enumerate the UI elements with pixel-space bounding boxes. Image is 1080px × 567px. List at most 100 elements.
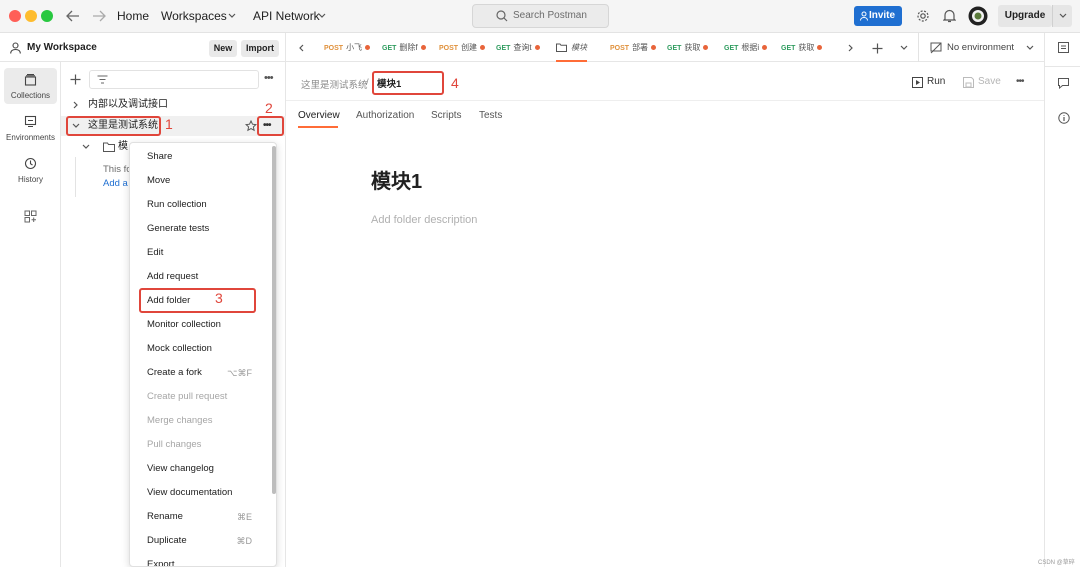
import-button[interactable]: Import: [241, 40, 279, 57]
workspace-name[interactable]: My Workspace: [27, 42, 97, 53]
plus-icon[interactable]: [70, 74, 81, 85]
menu-item-merge-changes: Merge changes: [130, 409, 270, 433]
menu-item-rename[interactable]: Rename ⌘E: [130, 505, 270, 529]
menu-item-move[interactable]: Move: [130, 169, 270, 193]
folder-description-input[interactable]: Add folder description: [371, 214, 477, 226]
tab-method: GET: [382, 45, 397, 52]
annotation-number-3: 3: [215, 290, 223, 306]
run-button[interactable]: Run: [910, 75, 946, 91]
history-icon: [24, 157, 37, 170]
unsaved-dot: [703, 45, 709, 51]
avatar[interactable]: [968, 6, 988, 26]
request-tab[interactable]: GET 根据i: [724, 33, 768, 62]
menu-item-label: Share: [147, 151, 173, 162]
bell-icon[interactable]: [943, 9, 956, 23]
plus-icon[interactable]: [872, 43, 883, 54]
menu-item-mock-collection[interactable]: Mock collection: [130, 337, 270, 361]
filter-icon: [97, 75, 108, 84]
unsaved-dot: [365, 45, 371, 51]
sidebar-item-collections[interactable]: Collections: [4, 68, 57, 104]
request-tab[interactable]: GET 删除f: [382, 33, 426, 62]
tab-method: POST: [610, 45, 630, 52]
more-options-icon[interactable]: •••: [264, 72, 274, 84]
workspace-header: My Workspace New Import: [0, 33, 286, 62]
add-request-link[interactable]: Add a: [103, 178, 128, 189]
tab-method: GET: [496, 45, 511, 52]
environment-selector[interactable]: No environment: [947, 33, 1014, 62]
api-network-menu[interactable]: API Network: [253, 9, 320, 23]
request-tab[interactable]: 模块: [556, 33, 587, 62]
chevron-down-icon[interactable]: [900, 45, 908, 51]
forward-arrow-icon[interactable]: [92, 10, 106, 22]
comments-icon[interactable]: [1058, 78, 1069, 89]
menu-item-export[interactable]: Export: [130, 553, 270, 566]
star-icon[interactable]: [245, 120, 257, 132]
menu-item-label: Move: [147, 175, 171, 186]
collection-item[interactable]: 内部以及调试接口: [61, 95, 286, 115]
search-input[interactable]: Search Postman: [472, 4, 609, 28]
close-window-button[interactable]: [9, 10, 21, 22]
right-sidebar: [1044, 33, 1080, 567]
request-tab[interactable]: GET 获取: [667, 33, 709, 62]
tab-name: 创建: [461, 43, 478, 52]
chevron-down-icon[interactable]: [1026, 45, 1034, 51]
tab-name: 小飞: [346, 43, 363, 52]
sidebar-item-history[interactable]: History: [4, 152, 57, 188]
menu-item-add-request[interactable]: Add request: [130, 265, 270, 289]
upgrade-options-button[interactable]: [1052, 5, 1072, 27]
menu-item-share[interactable]: Share: [130, 145, 270, 169]
sidebar-item-label: History: [18, 175, 43, 184]
menu-item-create-a-fork[interactable]: Create a fork ⌥⌘F: [130, 361, 270, 385]
tab-overview[interactable]: Overview: [298, 110, 340, 121]
tab-method: GET: [667, 45, 682, 52]
run-label: Run: [927, 76, 946, 87]
request-tab[interactable]: POST 小飞: [324, 33, 371, 62]
sidebar-item-environments[interactable]: Environments: [4, 110, 57, 146]
menu-item-edit[interactable]: Edit: [130, 241, 270, 265]
top-bar: Home Workspaces API Network Search Postm…: [0, 0, 1080, 33]
menu-item-duplicate[interactable]: Duplicate ⌘D: [130, 529, 270, 553]
new-button[interactable]: New: [209, 40, 237, 57]
menu-item-shortcut: ⌥⌘F: [227, 368, 252, 378]
upgrade-button[interactable]: Upgrade: [998, 5, 1052, 27]
tree-guide: [75, 157, 76, 197]
maximize-window-button[interactable]: [41, 10, 53, 22]
menu-item-view-changelog[interactable]: View changelog: [130, 457, 270, 481]
menu-item-generate-tests[interactable]: Generate tests: [130, 217, 270, 241]
home-link[interactable]: Home: [117, 9, 149, 23]
tab-method: GET: [724, 45, 739, 52]
annotation-box-4: [372, 71, 444, 95]
tab-scripts[interactable]: Scripts: [431, 110, 462, 121]
environments-icon: [24, 115, 37, 127]
request-tab[interactable]: POST 部署: [610, 33, 657, 62]
info-icon[interactable]: [1058, 112, 1070, 124]
tab-method: GET: [781, 45, 796, 52]
annotation-number-2: 2: [265, 100, 273, 116]
add-widget-icon[interactable]: [24, 210, 37, 223]
back-arrow-icon[interactable]: [66, 10, 80, 22]
request-tab[interactable]: GET 获取: [781, 33, 823, 62]
menu-item-view-documentation[interactable]: View documentation: [130, 481, 270, 505]
tab-tests[interactable]: Tests: [479, 110, 502, 121]
unsaved-dot: [762, 45, 768, 51]
breadcrumb-parent[interactable]: 这里是测试系统: [301, 77, 368, 91]
chevron-down-icon: [318, 13, 326, 18]
folder-title[interactable]: 模块1: [371, 165, 422, 194]
menu-item-monitor-collection[interactable]: Monitor collection: [130, 313, 270, 337]
more-options-icon[interactable]: •••: [1016, 76, 1024, 87]
save-button[interactable]: Save: [962, 75, 1002, 91]
sidebar-item-label: Collections: [10, 91, 51, 100]
menu-scrollbar[interactable]: [272, 146, 276, 494]
menu-item-run-collection[interactable]: Run collection: [130, 193, 270, 217]
workspaces-menu[interactable]: Workspaces: [161, 9, 227, 23]
minimize-window-button[interactable]: [25, 10, 37, 22]
chevron-right-icon[interactable]: [848, 44, 854, 52]
request-tab[interactable]: GET 查询t: [496, 33, 540, 62]
chevron-left-icon[interactable]: [298, 44, 304, 52]
documentation-icon[interactable]: [1058, 42, 1069, 53]
filter-input[interactable]: [89, 70, 259, 89]
menu-item-label: Mock collection: [147, 343, 212, 354]
tab-authorization[interactable]: Authorization: [356, 110, 414, 121]
gear-icon[interactable]: [916, 9, 930, 23]
request-tab[interactable]: POST 创建: [439, 33, 486, 62]
